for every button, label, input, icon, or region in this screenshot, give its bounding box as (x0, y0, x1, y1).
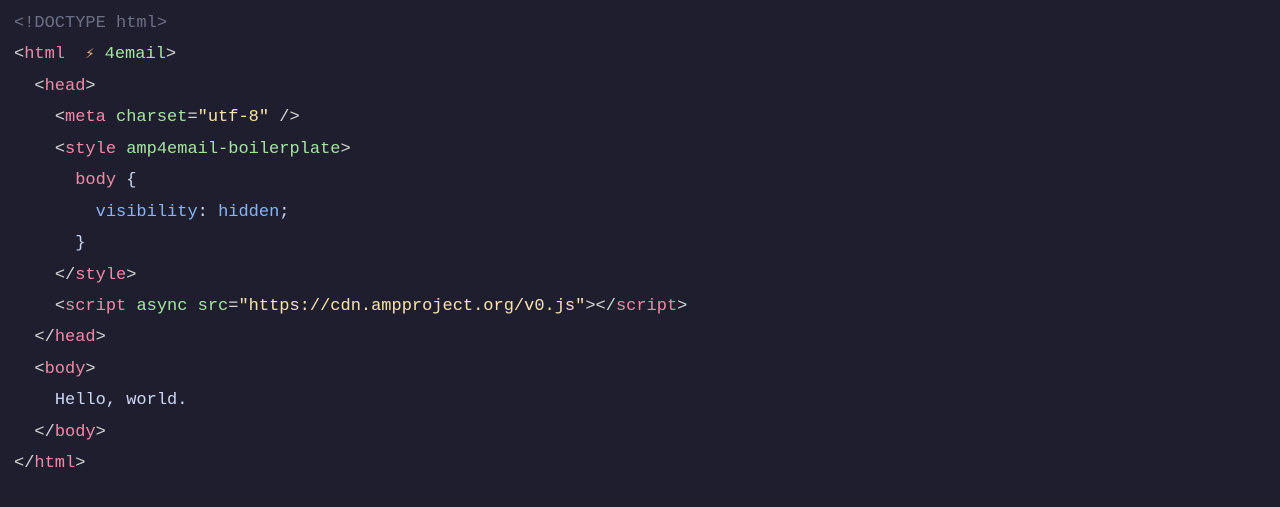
text-hello-world: Hello, world. (55, 391, 188, 410)
tag-head: head (45, 77, 86, 96)
bracket-open: </ (34, 328, 54, 347)
code-line-9: </style> (14, 260, 1266, 291)
quote: " (259, 108, 269, 127)
space (126, 297, 136, 316)
tag-body: body (45, 360, 86, 379)
selector-body: body (75, 171, 116, 190)
code-line-13: Hello, world. (14, 385, 1266, 416)
code-line-3: <head> (14, 71, 1266, 102)
property-visibility: visibility (96, 203, 198, 222)
colon: : (198, 203, 218, 222)
indent (14, 140, 55, 159)
tag-html-close: html (34, 454, 75, 473)
code-line-2: <html ⚡ 4email> (14, 39, 1266, 70)
indent (14, 234, 75, 253)
bracket-open: < (34, 360, 44, 379)
bracket-open: </ (596, 297, 616, 316)
tag-script: script (65, 297, 126, 316)
code-line-14: </body> (14, 417, 1266, 448)
tag-script-close: script (616, 297, 677, 316)
quote: " (238, 297, 248, 316)
bracket-close: > (96, 423, 106, 442)
space (65, 45, 85, 64)
bracket-close: > (126, 266, 136, 285)
bracket-close: > (677, 297, 687, 316)
indent (14, 328, 34, 347)
attr-src: src (198, 297, 229, 316)
bracket-open: </ (14, 454, 34, 473)
code-line-10: <script async src="https://cdn.ampprojec… (14, 291, 1266, 322)
attr-boilerplate: amp4email-boilerplate (126, 140, 340, 159)
attr-charset: charset (116, 108, 187, 127)
indent (14, 266, 55, 285)
tag-meta: meta (65, 108, 106, 127)
space (116, 171, 126, 190)
equals: = (187, 108, 197, 127)
semicolon: ; (279, 203, 289, 222)
bracket-close: > (75, 454, 85, 473)
indent (14, 360, 34, 379)
doctype-open: <! (14, 14, 34, 33)
indent (14, 297, 55, 316)
brace-close: } (75, 234, 85, 253)
bracket-close: > (166, 45, 176, 64)
indent (14, 423, 34, 442)
bracket-close: > (85, 360, 95, 379)
bracket-open: < (34, 77, 44, 96)
attr-4email: 4email (105, 45, 166, 64)
space (106, 108, 116, 127)
value-hidden: hidden (218, 203, 279, 222)
space (116, 140, 126, 159)
bracket-close: > (585, 297, 595, 316)
doctype-text: DOCTYPE html (34, 14, 156, 33)
bracket-open: < (55, 108, 65, 127)
equals: = (228, 297, 238, 316)
quote: " (198, 108, 208, 127)
bracket-close: > (96, 328, 106, 347)
attr-async: async (136, 297, 187, 316)
bracket-open: < (14, 45, 24, 64)
indent (14, 77, 34, 96)
space-small (94, 45, 104, 64)
doctype-close: > (157, 14, 167, 33)
bracket-open: < (55, 140, 65, 159)
tag-head-close: head (55, 328, 96, 347)
string-utf8: utf-8 (208, 108, 259, 127)
code-line-11: </head> (14, 322, 1266, 353)
bracket-open: </ (55, 266, 75, 285)
indent (14, 391, 55, 410)
code-line-12: <body> (14, 354, 1266, 385)
tag-style: style (65, 140, 116, 159)
indent (14, 108, 55, 127)
tag-body-close: body (55, 423, 96, 442)
code-editor: <!DOCTYPE html> <html ⚡ 4email> <head> <… (14, 8, 1266, 480)
code-line-6: body { (14, 165, 1266, 196)
code-line-5: <style amp4email-boilerplate> (14, 134, 1266, 165)
tag-html: html (24, 45, 65, 64)
code-line-15: </html> (14, 448, 1266, 479)
string-url: https://cdn.ampproject.org/v0.js (249, 297, 575, 316)
code-line-1: <!DOCTYPE html> (14, 8, 1266, 39)
indent (14, 203, 96, 222)
bracket-open: < (55, 297, 65, 316)
tag-style-close: style (75, 266, 126, 285)
bracket-open: </ (34, 423, 54, 442)
code-line-8: } (14, 228, 1266, 259)
space (187, 297, 197, 316)
quote: " (575, 297, 585, 316)
bracket-close: > (340, 140, 350, 159)
bracket-close: > (85, 77, 95, 96)
code-line-4: <meta charset="utf-8" /> (14, 102, 1266, 133)
brace-open: { (126, 171, 136, 190)
code-line-7: visibility: hidden; (14, 197, 1266, 228)
self-close: /> (269, 108, 300, 127)
indent (14, 171, 75, 190)
